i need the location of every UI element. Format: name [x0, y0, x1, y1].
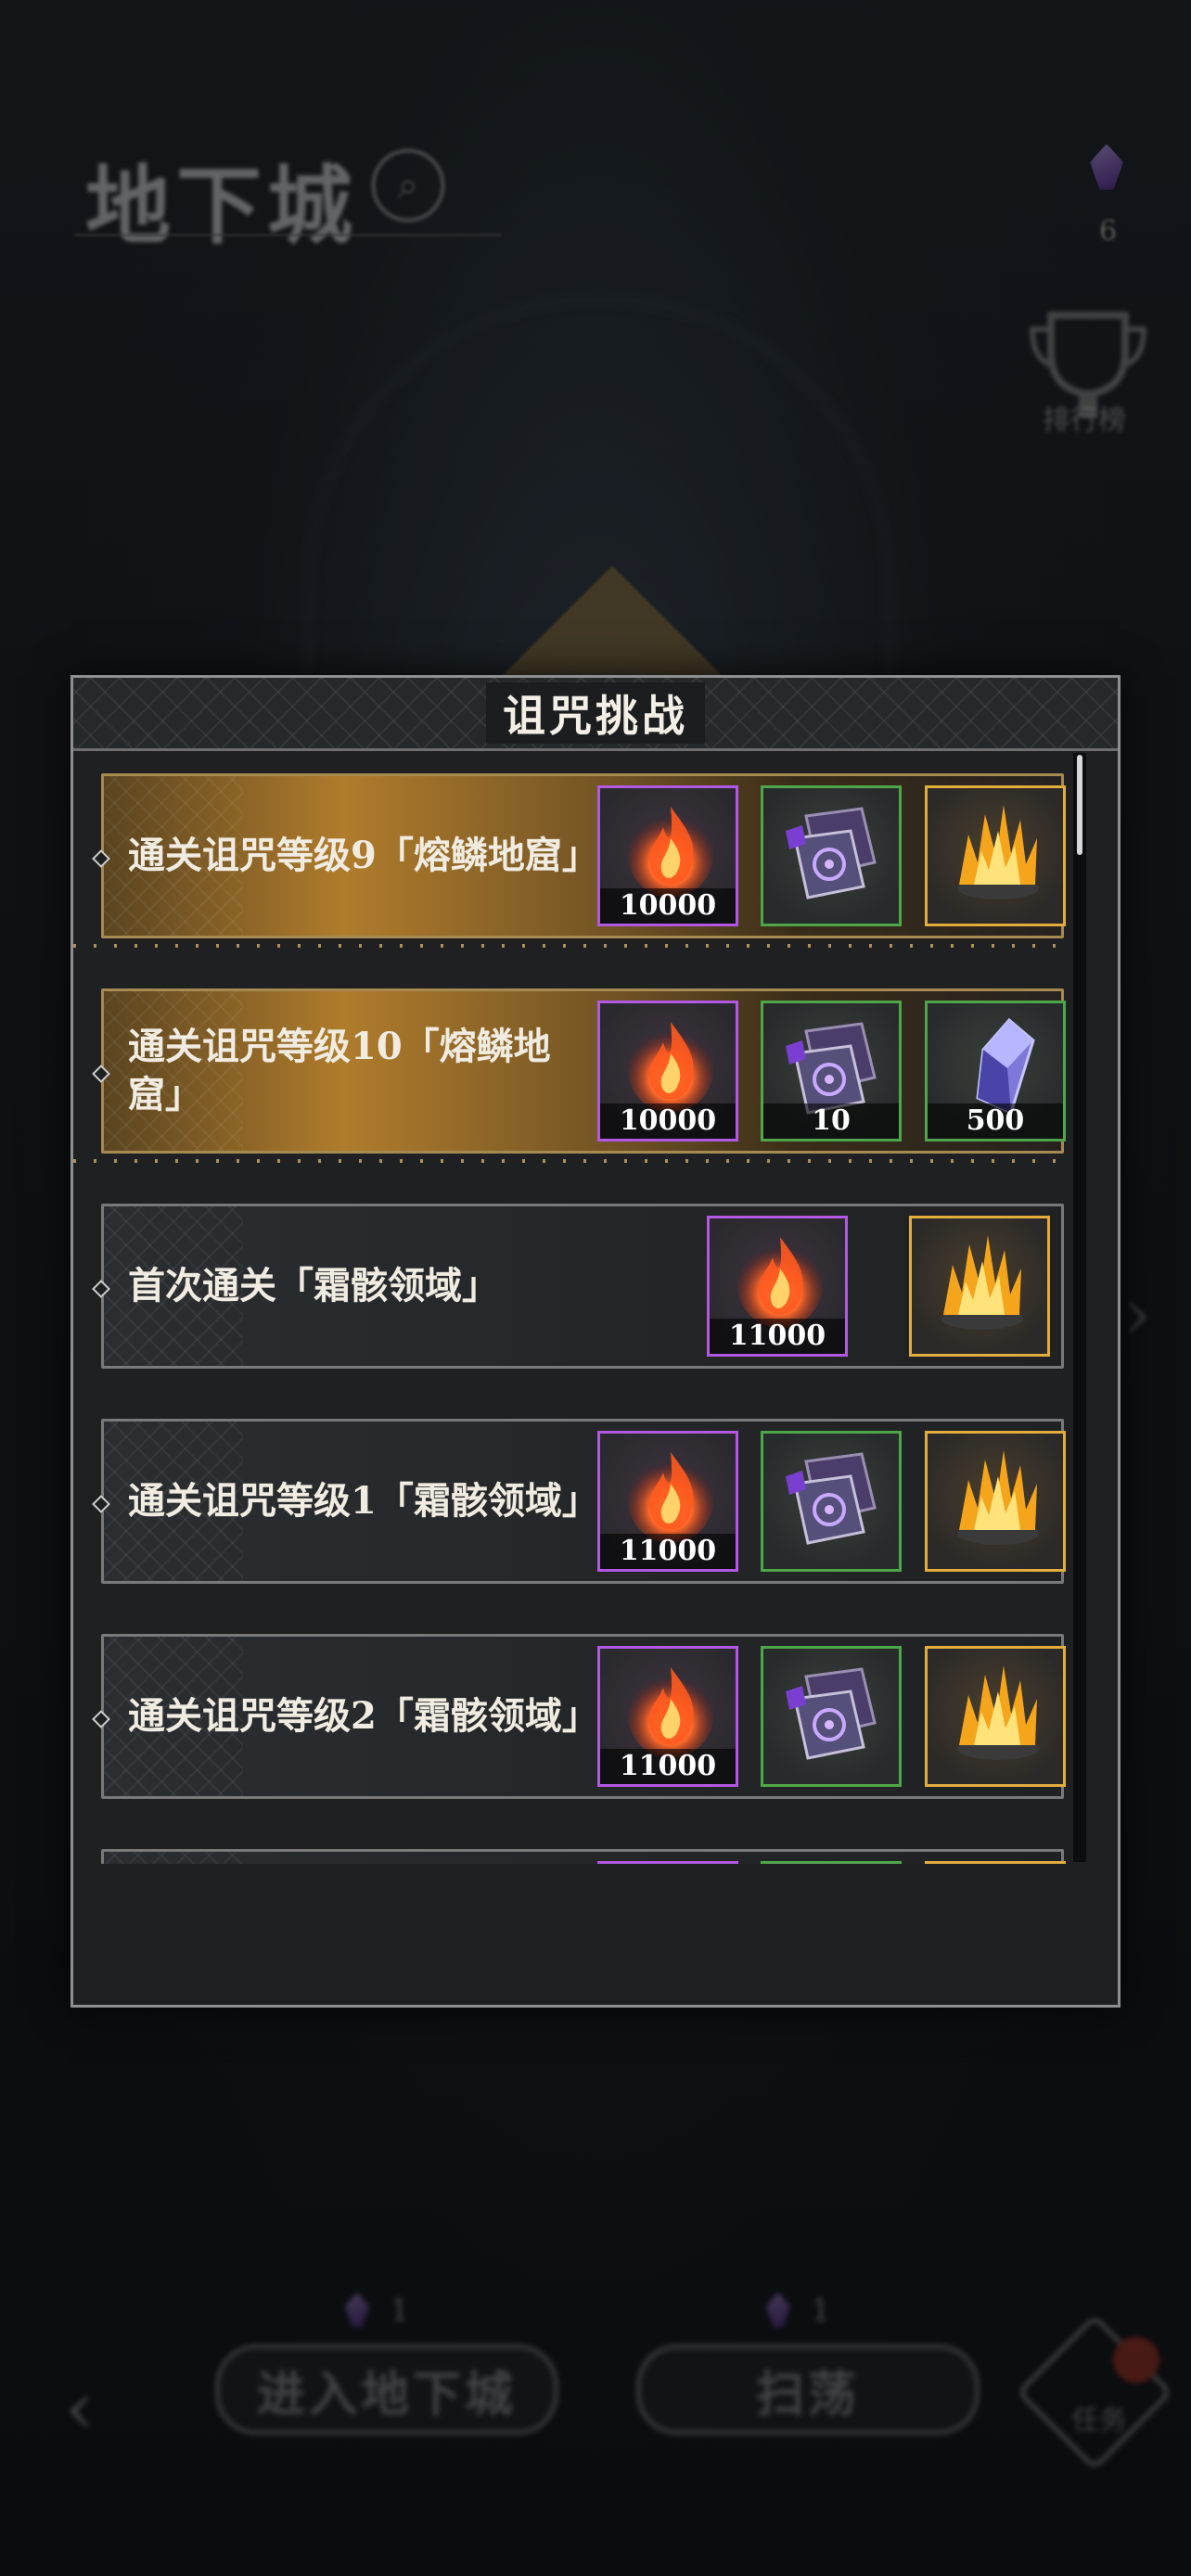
- reward-slot[interactable]: 11000: [597, 1431, 738, 1572]
- reward-slot[interactable]: [761, 1646, 902, 1787]
- reward-quantity: 10000: [600, 1103, 736, 1139]
- reward-slot[interactable]: [597, 1861, 738, 1864]
- challenge-description: 通关诅咒等级10「熔鳞地窟」: [128, 1025, 551, 1116]
- reward-slot[interactable]: [761, 785, 902, 926]
- reward-slot[interactable]: 11000: [707, 1216, 848, 1357]
- challenge-row[interactable]: 通关诅咒等级3「霜骸领: [101, 1849, 1066, 1864]
- reward-quantity: 10: [763, 1103, 899, 1139]
- reward-slot[interactable]: [761, 1431, 902, 1572]
- sparkle-divider: [73, 944, 1057, 948]
- reward-quantity: 11000: [600, 1534, 736, 1569]
- challenge-row[interactable]: 通关诅咒等级1「霜骸领域」 11000: [92, 1419, 1066, 1584]
- reward-slot[interactable]: [925, 785, 1066, 926]
- reward-slot[interactable]: [925, 1861, 1066, 1864]
- reward-quantity: 10000: [600, 888, 736, 924]
- reward-quantity: 500: [928, 1103, 1063, 1139]
- challenge-description: 通关诅咒等级1「霜骸领域」: [128, 1479, 599, 1523]
- reward-slot[interactable]: 10000: [597, 785, 738, 926]
- reward-quantity: 11000: [710, 1319, 845, 1354]
- curse-challenge-modal: 诅咒挑战 通关诅咒等级9「熔鳞地窟」 10000 通关诅咒等级10「熔鳞地窟」 …: [70, 675, 1121, 2008]
- modal-title: 诅咒挑战: [486, 682, 705, 744]
- scrollbar-thumb[interactable]: [1077, 755, 1082, 855]
- challenge-row[interactable]: 通关诅咒等级10「熔鳞地窟」 10000 10 500: [92, 988, 1066, 1154]
- challenge-description: 通关诅咒等级3「霜骸领: [128, 1852, 583, 1864]
- reward-slot[interactable]: 11000: [597, 1646, 738, 1787]
- sparkle-divider: [73, 1159, 1057, 1163]
- challenge-row[interactable]: 通关诅咒等级9「熔鳞地窟」 10000: [92, 773, 1066, 938]
- challenge-description: 通关诅咒等级9「熔鳞地窟」: [128, 834, 599, 877]
- reward-slot[interactable]: 10: [761, 1001, 902, 1141]
- challenge-row[interactable]: 通关诅咒等级2「霜骸领域」 11000: [92, 1634, 1066, 1799]
- reward-slot[interactable]: [925, 1431, 1066, 1572]
- reward-slot[interactable]: 500: [925, 1001, 1066, 1141]
- challenge-description: 首次通关「霜骸领域」: [128, 1264, 499, 1307]
- modal-header: 诅咒挑战: [73, 678, 1118, 751]
- scrollbar-track[interactable]: [1073, 753, 1086, 1862]
- challenge-row[interactable]: 首次通关「霜骸领域」 11000: [92, 1204, 1064, 1369]
- challenge-list[interactable]: 通关诅咒等级9「熔鳞地窟」 10000 通关诅咒等级10「熔鳞地窟」 10000…: [73, 751, 1118, 1864]
- reward-slot[interactable]: [909, 1216, 1050, 1357]
- reward-slot[interactable]: 10000: [597, 1001, 738, 1141]
- reward-quantity: 11000: [600, 1749, 736, 1784]
- reward-slot[interactable]: [925, 1646, 1066, 1787]
- challenge-description: 通关诅咒等级2「霜骸领域」: [128, 1694, 599, 1738]
- reward-slot[interactable]: [761, 1861, 902, 1864]
